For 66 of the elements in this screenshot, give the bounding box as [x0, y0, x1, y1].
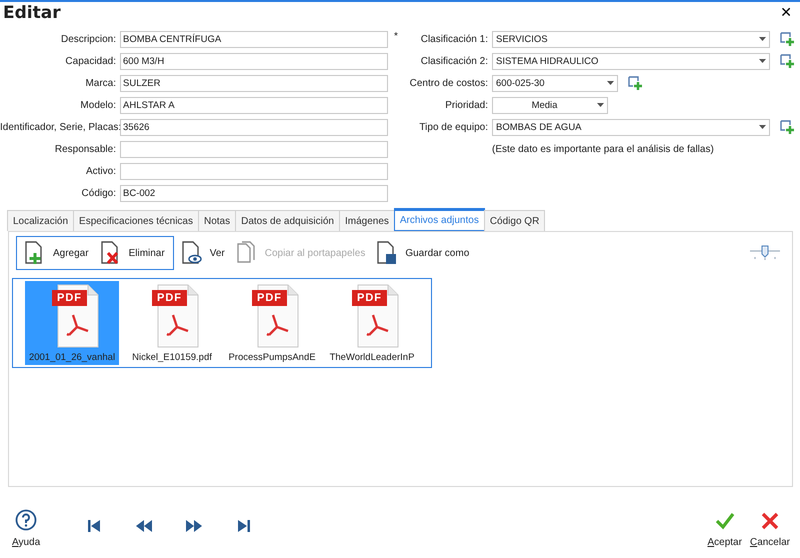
- field-label: Tipo de equipo:: [418, 122, 489, 132]
- file-item[interactable]: PDF TheWorldLeaderInP: [325, 281, 419, 365]
- tab[interactable]: Código QR: [484, 210, 546, 231]
- toolbar-button[interactable]: Eliminar: [94, 239, 171, 267]
- zoom-slider-icon[interactable]: [750, 245, 780, 261]
- field-label: Clasificación 1:: [420, 34, 489, 44]
- field-label: Responsable:: [54, 144, 117, 154]
- required-mark: *: [394, 31, 398, 42]
- input-field[interactable]: SULZER: [120, 74, 388, 92]
- add-icon[interactable]: [780, 32, 795, 46]
- accept-button[interactable]: Aceptar: [703, 511, 746, 548]
- dropdown[interactable]: Media: [492, 96, 608, 114]
- field-label: Código:: [80, 188, 117, 198]
- help-button[interactable]: Ayuda: [8, 509, 44, 548]
- help-icon: [15, 509, 38, 531]
- toolbar-button[interactable]: Guardar como: [371, 239, 476, 267]
- tab[interactable]: Especificaciones técnicas: [73, 210, 199, 231]
- window-title: Editar: [3, 3, 61, 23]
- check-icon: [714, 511, 735, 531]
- toolbar-button[interactable]: Agregar: [19, 239, 95, 267]
- file-item[interactable]: PDF 2001_01_26_vanhal: [25, 281, 119, 365]
- add-icon[interactable]: [780, 54, 795, 68]
- nav-arrow-icon: [236, 519, 252, 533]
- field-label: Activo:: [84, 166, 117, 176]
- file-item[interactable]: PDF Nickel_E10159.pdf: [125, 281, 219, 365]
- field-label: Descripcion:: [60, 34, 117, 44]
- tab[interactable]: Localización: [7, 210, 74, 231]
- caret-icon: [597, 103, 604, 107]
- field-label: Identificador, Serie, Placas:: [0, 122, 120, 132]
- field-label: Marca:: [84, 78, 117, 88]
- nav-arrow-icon: [86, 519, 102, 533]
- toolbar-button[interactable]: Ver: [176, 239, 231, 267]
- add-icon[interactable]: [628, 76, 643, 90]
- add-icon[interactable]: [780, 120, 795, 134]
- input-field[interactable]: BC-002: [120, 184, 388, 202]
- field-label: Centro de costos:: [408, 78, 489, 88]
- input-field[interactable]: [120, 140, 388, 158]
- nav-arrow-icon: [186, 519, 202, 533]
- cancel-button[interactable]: Cancelar: [746, 511, 794, 548]
- dropdown[interactable]: SISTEMA HIDRAULICO: [492, 52, 770, 70]
- input-field[interactable]: 35626: [120, 118, 388, 136]
- caret-icon: [607, 81, 614, 85]
- field-label: Prioridad:: [444, 100, 489, 110]
- hint-text: (Este dato es importante para el análisis de fallas): [492, 144, 714, 154]
- field-label: Modelo:: [79, 100, 117, 110]
- caret-icon: [759, 37, 766, 41]
- tab[interactable]: Archivos adjuntos: [394, 210, 485, 231]
- field-label: Capacidad:: [64, 56, 117, 66]
- file-item[interactable]: PDF ProcessPumpsAndE: [225, 281, 319, 365]
- caret-icon: [759, 59, 766, 63]
- input-field[interactable]: [120, 162, 388, 180]
- input-field[interactable]: BOMBA CENTRÍFUGA: [120, 30, 388, 48]
- tab[interactable]: Imágenes: [338, 210, 395, 231]
- dropdown[interactable]: BOMBAS DE AGUA: [492, 118, 770, 136]
- field-label: Clasificación 2:: [420, 56, 489, 66]
- caret-icon: [759, 125, 766, 129]
- input-field[interactable]: 600 M3/H: [120, 52, 388, 70]
- close-button[interactable]: ✕: [776, 5, 796, 21]
- input-field[interactable]: AHLSTAR A: [120, 96, 388, 114]
- dropdown[interactable]: 600-025-30: [492, 74, 618, 92]
- dropdown[interactable]: SERVICIOS: [492, 30, 770, 48]
- close-icon: [760, 511, 780, 531]
- tab[interactable]: Notas: [198, 210, 236, 231]
- nav-arrow-icon: [136, 519, 152, 533]
- document-icon: [180, 241, 204, 265]
- tab[interactable]: Datos de adquisición: [235, 210, 340, 231]
